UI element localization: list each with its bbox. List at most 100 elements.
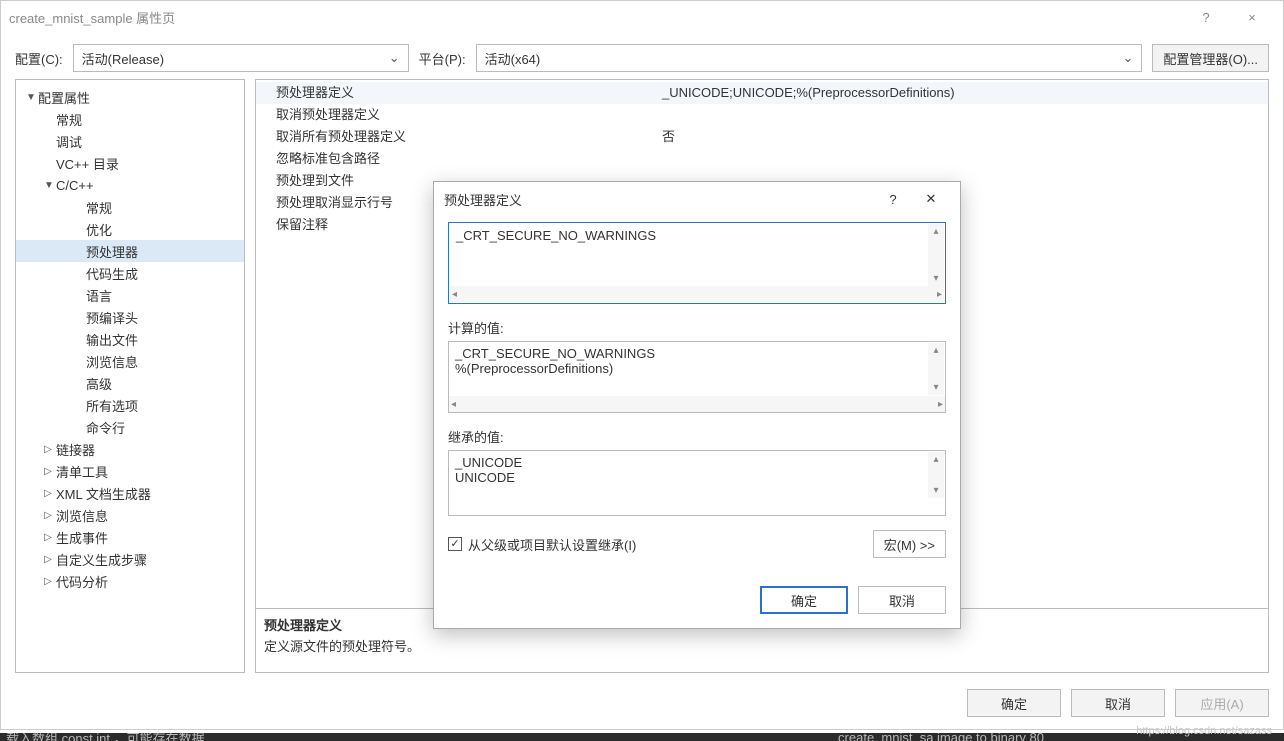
watermark: https://blog.csdn.net/sazass — [1136, 725, 1272, 737]
tree-item[interactable]: ▷XML 文档生成器 — [16, 482, 244, 504]
triangle-down-icon: ▼ — [44, 180, 52, 191]
config-manager-button[interactable]: 配置管理器(O)... — [1152, 44, 1269, 72]
dialog-titlebar: 预处理器定义 ? ✕ — [434, 182, 960, 216]
scroll-down-icon: ▾ — [933, 485, 938, 496]
tree-item[interactable]: 命令行 — [16, 416, 244, 438]
edit-text[interactable]: _CRT_SECURE_NO_WARNINGS — [450, 224, 944, 286]
tree-item[interactable]: ▷ 清单工具 — [16, 460, 244, 482]
vertical-scrollbar[interactable]: ▴ ▾ — [928, 224, 944, 286]
ok-button[interactable]: 确定 — [967, 689, 1061, 717]
property-row[interactable]: 取消预处理器定义 — [256, 104, 1268, 126]
property-row[interactable]: 取消所有预处理器定义否 — [256, 126, 1268, 148]
tree-item-label: 优化 — [86, 220, 112, 239]
tree-item-label: 配置属性 — [38, 88, 90, 107]
bottom-buttons: 确定 取消 应用(A) — [967, 689, 1269, 717]
scroll-left-icon: ◂ — [451, 399, 456, 410]
tree-item-label: 预编译头 — [86, 308, 138, 327]
tree-item[interactable]: ▼ C/C++ — [16, 174, 244, 196]
tree-view[interactable]: ▼ 配置属性 常规 调试 VC++ 目录 ▼ C/C++ 常规 优化 预处理器 代码生… — [15, 79, 245, 673]
tree-item-label: 预处理器 — [86, 242, 138, 261]
platform-value: 活动(x64) — [485, 49, 541, 68]
tree-item-label: 语言 — [86, 286, 112, 305]
chevron-down-icon: ⌄ — [1122, 50, 1133, 66]
property-name: 取消预处理器定义 — [256, 107, 656, 123]
tree-item[interactable]: ▷代码分析 — [16, 570, 244, 592]
tree-item[interactable]: 语言 — [16, 284, 244, 306]
dialog-cancel-button[interactable]: 取消 — [858, 586, 946, 614]
tree-item[interactable]: 预处理器 — [16, 240, 244, 262]
edit-box[interactable]: _CRT_SECURE_NO_WARNINGS ▴ ▾ ◂ ▸ — [448, 222, 946, 304]
vertical-scrollbar[interactable]: ▴ ▾ — [928, 452, 944, 498]
tree-item[interactable]: 预编译头 — [16, 306, 244, 328]
tree-item[interactable]: ▷链接器 — [16, 438, 244, 460]
cancel-button[interactable]: 取消 — [1071, 689, 1165, 717]
tree-item[interactable]: 代码生成 — [16, 262, 244, 284]
titlebar: create_mnist_sample 属性页 ? × — [1, 1, 1283, 33]
property-value[interactable]: 否 — [656, 129, 1268, 145]
tree-item-label: 生成事件 — [56, 528, 108, 547]
background-strip: 载入数组 const int ，可能存在数据 create_mnist_sa i… — [0, 733, 1284, 741]
property-row[interactable]: 忽略标准包含路径 — [256, 148, 1268, 170]
scroll-down-icon: ▾ — [933, 273, 938, 284]
horizontal-scrollbar[interactable]: ◂ ▸ — [449, 396, 945, 412]
tree-item-label: 常规 — [86, 198, 112, 217]
tree-item[interactable]: 高级 — [16, 372, 244, 394]
close-button[interactable]: × — [1229, 2, 1275, 32]
computed-values-box: _CRT_SECURE_NO_WARNINGS%(PreprocessorDef… — [448, 341, 946, 413]
tree-item-label: 浏览信息 — [56, 506, 108, 525]
computed-content: _CRT_SECURE_NO_WARNINGS%(PreprocessorDef… — [449, 342, 945, 396]
computed-line: _CRT_SECURE_NO_WARNINGS — [455, 346, 939, 361]
tree-item[interactable]: VC++ 目录 — [16, 152, 244, 174]
property-name: 取消所有预处理器定义 — [256, 129, 656, 145]
tree-item[interactable]: ▼ 配置属性 — [16, 86, 244, 108]
dialog-close-button[interactable]: ✕ — [912, 184, 950, 214]
tree-item-label: 清单工具 — [56, 462, 108, 481]
tree-item[interactable]: 所有选项 — [16, 394, 244, 416]
triangle-down-icon: ▼ — [26, 92, 34, 103]
triangle-right-icon: ▷ — [44, 510, 52, 521]
tree-item-label: 浏览信息 — [86, 352, 138, 371]
dialog-help-button[interactable]: ? — [874, 184, 912, 214]
platform-label: 平台(P): — [419, 49, 466, 68]
inherited-label: 继承的值: — [448, 427, 946, 446]
triangle-right-icon: ▷ — [44, 466, 52, 477]
horizontal-scrollbar[interactable]: ◂ ▸ — [450, 286, 944, 302]
apply-button[interactable]: 应用(A) — [1175, 689, 1269, 717]
tree-item-label: VC++ 目录 — [56, 154, 119, 173]
scroll-down-icon: ▾ — [933, 382, 938, 393]
tree-item[interactable]: 调试 — [16, 130, 244, 152]
tree-item[interactable]: 常规 — [16, 108, 244, 130]
platform-select[interactable]: 活动(x64) ⌄ — [476, 44, 1143, 72]
tree-item[interactable]: 输出文件 — [16, 328, 244, 350]
window-title: create_mnist_sample 属性页 — [9, 8, 175, 27]
toolbar: 配置(C): 活动(Release) ⌄ 平台(P): 活动(x64) ⌄ 配置… — [1, 33, 1283, 75]
inherit-checkbox[interactable]: ✓ 从父级或项目默认设置继承(I) — [448, 535, 636, 554]
config-select[interactable]: 活动(Release) ⌄ — [73, 44, 409, 72]
property-name: 预处理器定义 — [256, 85, 656, 101]
tree-item-label: 自定义生成步骤 — [56, 550, 147, 569]
vertical-scrollbar[interactable]: ▴ ▾ — [928, 343, 944, 395]
tree-item-label: 所有选项 — [86, 396, 138, 415]
property-value[interactable]: _UNICODE;UNICODE;%(PreprocessorDefinitio… — [656, 85, 1268, 101]
scroll-right-icon: ▸ — [938, 399, 943, 410]
tree-item[interactable]: ▷ 自定义生成步骤 — [16, 548, 244, 570]
tree-item-label: 调试 — [56, 132, 82, 151]
tree-item[interactable]: 常规 — [16, 196, 244, 218]
property-row[interactable]: 预处理器定义_UNICODE;UNICODE;%(PreprocessorDef… — [256, 82, 1268, 104]
scroll-up-icon: ▴ — [933, 226, 938, 237]
tree-item[interactable]: 优化 — [16, 218, 244, 240]
triangle-right-icon: ▷ — [44, 532, 52, 543]
tree-item[interactable]: 浏览信息 — [16, 350, 244, 372]
tree-item[interactable]: ▷ 浏览信息 — [16, 504, 244, 526]
tree-item[interactable]: ▷ 生成事件 — [16, 526, 244, 548]
bg-right-text: create_mnist_sa image to binary 80 — [838, 733, 1044, 741]
scroll-up-icon: ▴ — [933, 454, 938, 465]
tree-item-label: C/C++ — [56, 178, 94, 193]
dialog-ok-button[interactable]: 确定 — [760, 586, 848, 614]
config-value: 活动(Release) — [82, 49, 164, 68]
computed-label: 计算的值: — [448, 318, 946, 337]
preprocessor-definitions-dialog: 预处理器定义 ? ✕ _CRT_SECURE_NO_WARNINGS ▴ ▾ ◂… — [433, 181, 961, 629]
help-button[interactable]: ? — [1183, 2, 1229, 32]
triangle-right-icon: ▷ — [44, 554, 52, 565]
macro-button[interactable]: 宏(M) >> — [873, 530, 946, 558]
